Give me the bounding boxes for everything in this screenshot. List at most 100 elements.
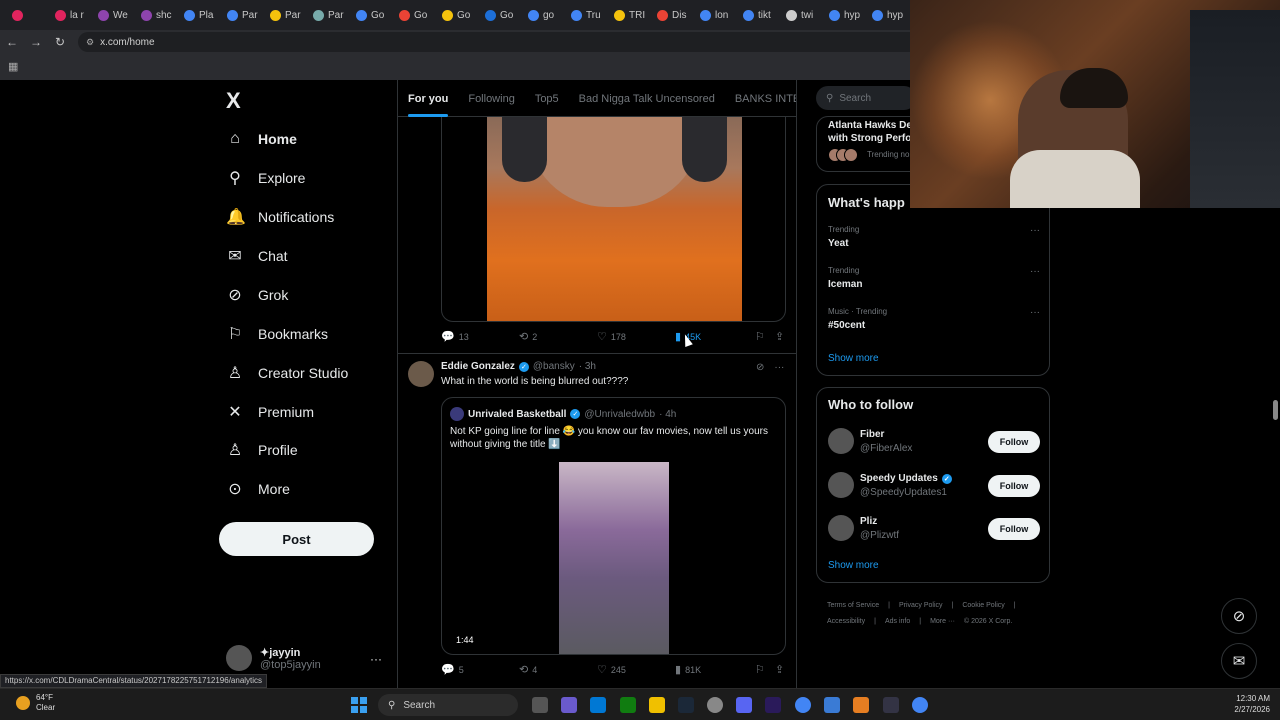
messages-icon[interactable]: ✉ <box>1221 643 1257 679</box>
browser-tab[interactable]: Go <box>438 4 479 26</box>
browser-tab[interactable]: hyp <box>825 4 866 26</box>
avatar[interactable] <box>408 361 434 387</box>
chrome-icon[interactable] <box>912 697 928 713</box>
browser-tab[interactable]: We <box>94 4 135 26</box>
back-icon[interactable]: ← <box>0 30 24 54</box>
avatar[interactable] <box>828 428 854 454</box>
browser-tab[interactable]: shc <box>137 4 178 26</box>
grok-icon[interactable]: ⊘ <box>756 362 764 373</box>
trend-item[interactable]: Trending Iceman ··· <box>828 266 1040 290</box>
follow-button[interactable]: Follow <box>988 431 1040 453</box>
feed-tab[interactable]: Bad Nigga Talk Uncensored <box>569 80 725 117</box>
taskbar-search[interactable]: ⚲ Search <box>378 694 518 716</box>
x-logo[interactable]: X <box>226 88 248 113</box>
xbox-icon[interactable] <box>620 697 636 713</box>
file-explorer-icon[interactable] <box>649 697 665 713</box>
feed-tab[interactable]: Top5 <box>525 80 569 117</box>
more-icon[interactable]: ··· <box>1030 266 1040 277</box>
browser-tab[interactable]: Tru <box>567 4 608 26</box>
feed-tab[interactable]: For you <box>398 80 458 117</box>
browser-tab[interactable]: Go <box>395 4 436 26</box>
nav-item-more[interactable]: ⊙ More <box>226 476 290 502</box>
footer-link[interactable]: Accessibility <box>827 618 865 625</box>
browser-tab[interactable] <box>8 4 49 26</box>
share-button[interactable]: ⇪ <box>775 663 784 676</box>
nav-item-profile[interactable]: ♙ Profile <box>226 437 298 463</box>
footer-link[interactable]: Cookie Policy <box>962 602 1004 609</box>
nav-item-creator-studio[interactable]: ♙ Creator Studio <box>226 360 348 386</box>
tweet-time[interactable]: · 3h <box>579 361 596 372</box>
footer-link[interactable]: Terms of Service <box>827 602 879 609</box>
follow-button[interactable]: Follow <box>988 518 1040 540</box>
weather-widget[interactable]: 64°F Clear <box>16 693 55 713</box>
app-icon[interactable] <box>824 697 840 713</box>
bookmark-button[interactable]: ⚐ <box>755 663 775 676</box>
premiere-icon[interactable] <box>765 697 781 713</box>
apps-grid-icon[interactable]: ▦ <box>8 60 18 73</box>
bookmark-button[interactable]: ⚐ <box>755 330 775 343</box>
account-switcher[interactable]: ✦jayyin @top5jayyin <box>226 645 321 671</box>
browser-tab[interactable]: hyp <box>868 4 909 26</box>
tweet[interactable]: Eddie Gonzalez ✓ @bansky · 3h ⊘ ··· What… <box>398 353 796 655</box>
copilot-icon[interactable] <box>561 697 577 713</box>
show-more-link[interactable]: Show more <box>828 353 879 364</box>
nav-item-grok[interactable]: ⊘ Grok <box>226 282 288 308</box>
avatar[interactable] <box>828 515 854 541</box>
footer-link[interactable]: Ads info <box>885 618 910 625</box>
nav-item-chat[interactable]: ✉ Chat <box>226 243 287 269</box>
more-icon[interactable]: ··· <box>1030 307 1040 318</box>
reload-icon[interactable]: ↻ <box>48 30 72 54</box>
grok-icon[interactable]: ⊘ <box>1221 598 1257 634</box>
avatar[interactable] <box>828 472 854 498</box>
browser-tab[interactable]: Par <box>309 4 350 26</box>
reply-button[interactable]: 💬 5 <box>441 663 519 676</box>
feed-tab[interactable]: Following <box>458 80 524 117</box>
more-icon[interactable]: ··· <box>774 362 784 373</box>
browser-tab[interactable]: la r <box>51 4 92 26</box>
app-icon[interactable] <box>883 697 899 713</box>
footer-link[interactable]: © 2026 X Corp. <box>964 618 1012 625</box>
chrome-icon[interactable] <box>795 697 811 713</box>
forward-icon[interactable]: → <box>24 30 48 54</box>
account-more-icon[interactable]: ··· <box>370 652 382 666</box>
clock[interactable]: 12:30 AM 2/27/2026 <box>1226 693 1270 715</box>
footer-link[interactable]: More ··· <box>930 618 955 625</box>
author-handle[interactable]: @bansky <box>533 361 575 372</box>
nav-item-notifications[interactable]: 🔔 Notifications <box>226 204 334 230</box>
follow-suggestion[interactable]: Speedy Updates ✓ @SpeedyUpdates1 Follow <box>828 471 1040 501</box>
post-image[interactable] <box>441 117 786 322</box>
search-input[interactable]: ⚲ Search <box>816 86 916 110</box>
browser-tab[interactable]: tikt <box>739 4 780 26</box>
browser-tab[interactable]: Go <box>352 4 393 26</box>
browser-tab[interactable]: go <box>524 4 565 26</box>
reply-button[interactable]: 💬 13 <box>441 330 519 343</box>
browser-tab[interactable]: Par <box>266 4 307 26</box>
like-button[interactable]: ♡ 245 <box>597 663 675 676</box>
browser-tab[interactable]: Dis <box>653 4 694 26</box>
like-button[interactable]: ♡ 178 <box>597 330 675 343</box>
discord-icon[interactable] <box>736 697 752 713</box>
scrollbar-thumb[interactable] <box>1273 400 1278 420</box>
nav-item-premium[interactable]: ✕ Premium <box>226 399 314 425</box>
store-icon[interactable] <box>590 697 606 713</box>
show-more-link[interactable]: Show more <box>828 560 879 571</box>
footer-link[interactable]: Privacy Policy <box>899 602 943 609</box>
browser-tab[interactable]: twi <box>782 4 823 26</box>
browser-tab[interactable]: Par <box>223 4 264 26</box>
obs-icon[interactable] <box>707 697 723 713</box>
video-thumbnail[interactable] <box>559 462 669 654</box>
follow-suggestion[interactable]: Pliz @Plizwtf Follow <box>828 514 1040 544</box>
windows-start-icon[interactable] <box>351 697 367 713</box>
feed-tab[interactable]: BANKS INTERN <box>725 80 796 117</box>
trend-item[interactable]: Music · Trending #50cent ··· <box>828 307 1040 331</box>
browser-tab[interactable]: Go <box>481 4 522 26</box>
browser-tab[interactable]: lon <box>696 4 737 26</box>
share-button[interactable]: ⇪ <box>775 330 784 343</box>
task-view-icon[interactable] <box>532 697 548 713</box>
follow-button[interactable]: Follow <box>988 475 1040 497</box>
scrollbar[interactable] <box>1270 208 1280 686</box>
quoted-tweet[interactable]: Unrivaled Basketball ✓ @Unrivaledwbb · 4… <box>441 397 786 655</box>
steam-icon[interactable] <box>678 697 694 713</box>
more-icon[interactable]: ··· <box>1030 225 1040 236</box>
trend-item[interactable]: Trending Yeat ··· <box>828 225 1040 249</box>
